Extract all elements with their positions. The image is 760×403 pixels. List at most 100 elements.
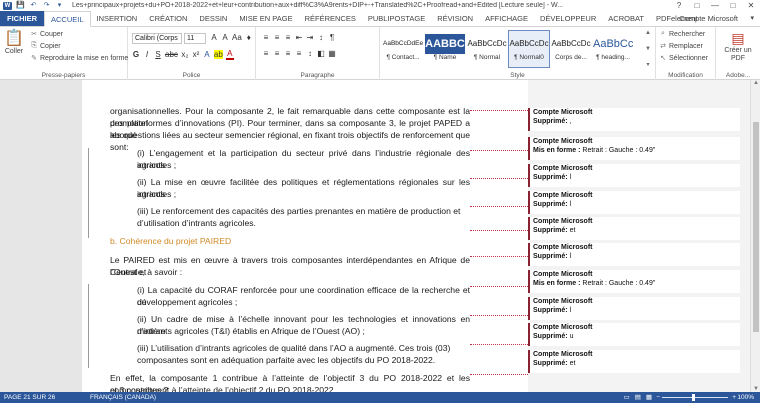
clear-format-icon[interactable]: ♦ (245, 33, 253, 42)
tab-mise-en-page[interactable]: MISE EN PAGE (233, 11, 298, 26)
create-pdf-button[interactable]: ▤ Créer un PDF (720, 29, 756, 63)
balloon-value: l (569, 174, 572, 181)
balloon-author: Compte Microsoft (533, 244, 593, 251)
tab-acrobat[interactable]: ACROBAT (602, 11, 650, 26)
vertical-scrollbar[interactable]: ▲ ▼ (750, 80, 760, 392)
revision-balloon[interactable]: Compte Microsoft Supprimé: l (528, 243, 740, 266)
select-button[interactable]: ↖ Sélectionner (659, 54, 708, 63)
revision-balloon[interactable]: Compte Microsoft Supprimé: u (528, 323, 740, 346)
web-layout-icon[interactable]: ▦ (646, 392, 652, 403)
paste-button[interactable]: 📋 Coller (3, 30, 25, 55)
tab-fichier[interactable]: FICHIER (0, 11, 44, 26)
font-name-select[interactable]: Calibri (Corps (132, 33, 182, 44)
sort-icon[interactable]: ↕ (317, 33, 325, 42)
font-color-icon[interactable]: A (225, 49, 234, 60)
zoom-out-button[interactable]: − (656, 392, 660, 403)
revision-balloon[interactable]: Compte Microsoft Supprimé: et (528, 217, 740, 240)
scrollbar-thumb[interactable] (753, 122, 759, 332)
style-normal[interactable]: AaBbCcDc ¶ Normal (466, 30, 508, 68)
redo-icon[interactable]: ↷ (42, 2, 51, 10)
style-corps-de[interactable]: AaBbCcDc Corps de... (550, 30, 592, 68)
clipboard-group: 📋 Coller ✂ Couper ⎘ Copier ✎ Reproduire la … (0, 27, 128, 80)
align-right-icon[interactable]: ≡ (284, 49, 292, 58)
account-name[interactable]: Compte Microsoft (679, 11, 738, 27)
zoom-level[interactable]: 100% (737, 392, 754, 403)
tab-accueil[interactable]: ACCUEIL (44, 11, 91, 27)
bullets-icon[interactable]: ≡ (262, 33, 270, 42)
tab-creation[interactable]: CRÉATION (143, 11, 193, 26)
bold-icon[interactable]: G (132, 50, 140, 59)
tab-revision[interactable]: RÉVISION (431, 11, 479, 26)
revision-balloon[interactable]: Compte Microsoft Supprimé: l (528, 297, 740, 320)
scroll-up-arrow-icon[interactable]: ▲ (751, 80, 760, 86)
change-bar (88, 148, 89, 238)
revision-balloon[interactable]: Compte Microsoft Supprimé: , (528, 108, 740, 131)
multilevel-list-icon[interactable]: ≡ (284, 33, 292, 42)
numbering-icon[interactable]: ≡ (273, 33, 281, 42)
style-name: Corps de... (555, 54, 587, 61)
maximize-icon[interactable]: □ (724, 0, 742, 11)
align-left-icon[interactable]: ≡ (262, 49, 270, 58)
help-icon[interactable]: ? (670, 0, 688, 11)
scroll-up-icon[interactable]: ▲ (645, 30, 651, 36)
save-icon[interactable]: 💾 (16, 2, 25, 10)
borders-icon[interactable]: ▦ (328, 49, 336, 58)
customize-qat-icon[interactable]: ▾ (55, 2, 64, 10)
zoom-slider[interactable] (662, 394, 728, 401)
balloon-value: u (569, 333, 574, 340)
zoom-slider-knob[interactable] (692, 394, 695, 401)
style-contact[interactable]: AaBbCcDdEe ¶ Contact... (382, 30, 424, 68)
tab-developpeur[interactable]: DÉVELOPPEUR (534, 11, 602, 26)
find-button[interactable]: ⌕ Rechercher (659, 30, 705, 38)
close-icon[interactable]: ✕ (742, 0, 760, 11)
tab-dessin[interactable]: DESSIN (193, 11, 233, 26)
shrink-font-icon[interactable]: A (221, 33, 229, 42)
revision-balloon[interactable]: Compte Microsoft Supprimé: et (528, 350, 740, 373)
align-center-icon[interactable]: ≡ (273, 49, 281, 58)
font-size-select[interactable]: 11 (184, 33, 206, 44)
highlight-icon[interactable]: ab (213, 50, 223, 59)
revision-balloon[interactable]: Compte Microsoft Supprimé: l (528, 164, 740, 187)
subscript-icon[interactable]: x₂ (181, 50, 189, 59)
italic-icon[interactable]: I (143, 50, 151, 59)
revision-balloon[interactable]: Compte Microsoft Mis en forme : Retrait … (528, 137, 740, 160)
account-dropdown-icon[interactable]: ▾ (750, 11, 754, 27)
strikethrough-icon[interactable]: abc (165, 50, 178, 59)
underline-icon[interactable]: S (154, 50, 162, 59)
text-effects-icon[interactable]: A (203, 50, 211, 59)
style-heading[interactable]: AaBbCc ¶ heading... (592, 30, 634, 68)
undo-icon[interactable]: ↶ (29, 2, 38, 10)
page-indicator[interactable]: PAGE 21 SUR 26 (4, 392, 55, 403)
replace-label: Remplacer (669, 42, 703, 50)
style-name-item[interactable]: AABBC ¶ Name (424, 30, 466, 68)
copy-button[interactable]: ⎘ Copier (30, 42, 60, 50)
minimize-icon[interactable]: — (706, 0, 724, 11)
replace-button[interactable]: ⇄ Remplacer (659, 42, 703, 51)
read-mode-icon[interactable]: ▭ (624, 392, 630, 403)
print-layout-icon[interactable]: ▤ (635, 392, 641, 403)
more-styles-icon[interactable]: ▾ (646, 61, 649, 68)
revision-balloon[interactable]: Compte Microsoft Supprimé: l (528, 191, 740, 214)
scroll-down-icon[interactable]: ▼ (645, 46, 651, 52)
style-normal0[interactable]: AaBbCcDc ¶ Normal0 (508, 30, 550, 68)
styles-gallery-scroll[interactable]: ▲ ▼ ▾ (644, 30, 652, 68)
line-spacing-icon[interactable]: ↕ (306, 49, 314, 58)
change-case-icon[interactable]: Aa (232, 33, 242, 42)
cut-button[interactable]: ✂ Couper (30, 30, 63, 39)
ribbon-display-icon[interactable]: □ (688, 0, 706, 11)
shading-icon[interactable]: ◧ (317, 49, 325, 58)
language-indicator[interactable]: FRANÇAIS (CANADA) (90, 392, 156, 403)
tab-affichage[interactable]: AFFICHAGE (479, 11, 534, 26)
tab-references[interactable]: RÉFÉRENCES (299, 11, 362, 26)
tab-insertion[interactable]: INSERTION (91, 11, 144, 26)
grow-font-icon[interactable]: A (210, 33, 218, 42)
superscript-icon[interactable]: x² (192, 50, 200, 59)
zoom-in-button[interactable]: + (732, 392, 736, 403)
increase-indent-icon[interactable]: ⇥ (306, 33, 314, 42)
justify-icon[interactable]: ≡ (295, 49, 303, 58)
tab-publipostage[interactable]: PUBLIPOSTAGE (362, 11, 431, 26)
show-marks-icon[interactable]: ¶ (328, 33, 336, 42)
format-painter-button[interactable]: ✎ Reproduire la mise en forme (30, 54, 128, 63)
decrease-indent-icon[interactable]: ⇤ (295, 33, 303, 42)
revision-balloon[interactable]: Compte Microsoft Mis en forme : Retrait … (528, 270, 740, 293)
